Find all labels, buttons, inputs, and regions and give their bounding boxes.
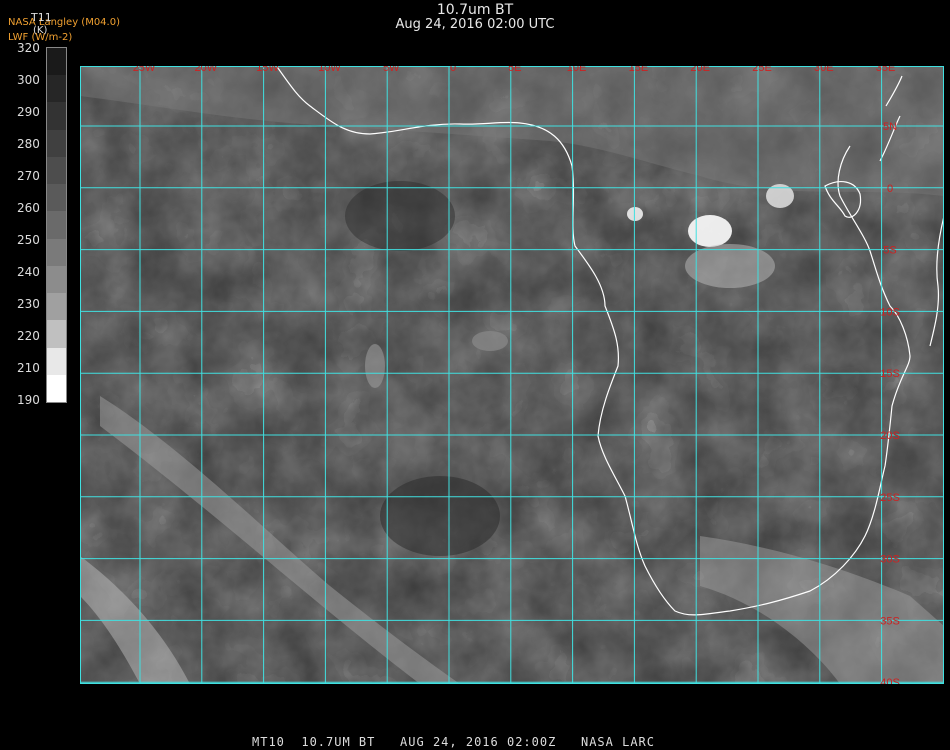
- legend-title: T11: [31, 11, 52, 24]
- colorbar-tick-label: 210: [17, 361, 40, 375]
- colorbar-swatch: [47, 347, 66, 376]
- longitude-label: 20W: [194, 66, 217, 74]
- longitude-label: 5E: [508, 66, 521, 74]
- longitude-label: 30E: [814, 66, 834, 74]
- colorbar-tick-label: 270: [17, 169, 40, 183]
- longitude-label: 0: [450, 66, 456, 74]
- colorbar-tick-label: 280: [17, 137, 40, 151]
- colorbar-tick-label: 240: [17, 265, 40, 279]
- longitude-label: 25W: [133, 66, 156, 74]
- colorbar-swatch: [47, 211, 66, 240]
- credit-line-1: NASA Langley (M04.0): [8, 17, 120, 28]
- longitude-label: 20E: [690, 66, 710, 74]
- satellite-map: 25W 20W 15W 10W 5W 0 5E 10E 15E 20E 25E 30E 35E 5N 0 5S…: [80, 66, 944, 684]
- colorbar-tick-label: 320: [17, 41, 40, 55]
- image-subtitle: Aug 24, 2016 02:00 UTC: [395, 17, 555, 32]
- convective-cloud: [627, 207, 643, 221]
- colorbar-swatch: [47, 374, 66, 403]
- footer-caption: MT10 10.7UM BT AUG 24, 2016 02:00Z NASA …: [252, 735, 656, 749]
- longitude-label: 10W: [318, 66, 341, 74]
- latitude-label: 15S: [880, 368, 900, 380]
- latitude-label: 5N: [883, 121, 897, 133]
- colorbar-tick-label: 300: [17, 73, 40, 87]
- colorbar-tick-label: 250: [17, 233, 40, 247]
- colorbar-tick-label: 190: [17, 393, 40, 407]
- longitude-label: 35E: [876, 66, 896, 74]
- cloud-area: [685, 244, 775, 288]
- dark-region: [380, 476, 500, 556]
- colorbar: [46, 47, 67, 403]
- convective-cloud: [688, 215, 732, 247]
- colorbar-swatch: [47, 238, 66, 267]
- cloud-patch: [472, 331, 508, 351]
- latitude-label: 20S: [880, 430, 900, 442]
- latitude-label: 35S: [880, 615, 900, 627]
- colorbar-swatch: [47, 102, 66, 131]
- image-title: 10.7um BT: [436, 2, 514, 18]
- longitude-label: 25E: [752, 66, 772, 74]
- colorbar-tick-label: 290: [17, 105, 40, 119]
- colorbar-swatch: [47, 129, 66, 158]
- cloud-patch: [365, 344, 385, 388]
- latitude-label: 30S: [880, 554, 900, 566]
- longitude-label: 15E: [629, 66, 649, 74]
- latitude-label: 5S: [883, 245, 896, 257]
- latitude-label: 40S: [880, 677, 900, 684]
- colorbar-swatch: [47, 48, 66, 76]
- latitude-label: 10S: [880, 306, 900, 318]
- colorbar-swatch: [47, 184, 66, 212]
- colorbar-swatch: [47, 320, 66, 349]
- colorbar-tick-label: 220: [17, 329, 40, 343]
- longitude-label: 5W: [383, 66, 400, 74]
- latitude-label: 0: [887, 183, 893, 195]
- colorbar-swatch: [47, 156, 66, 185]
- colorbar-tick-label: 230: [17, 297, 40, 311]
- colorbar-swatch: [47, 265, 66, 294]
- dark-region: [345, 181, 455, 251]
- longitude-label: 15W: [256, 66, 279, 74]
- colorbar-swatch: [47, 293, 66, 321]
- legend-unit: (K): [33, 25, 48, 36]
- latitude-label: 25S: [880, 492, 900, 504]
- longitude-label: 10E: [567, 66, 587, 74]
- colorbar-tick-label: 260: [17, 201, 40, 215]
- colorbar-swatch: [47, 75, 66, 103]
